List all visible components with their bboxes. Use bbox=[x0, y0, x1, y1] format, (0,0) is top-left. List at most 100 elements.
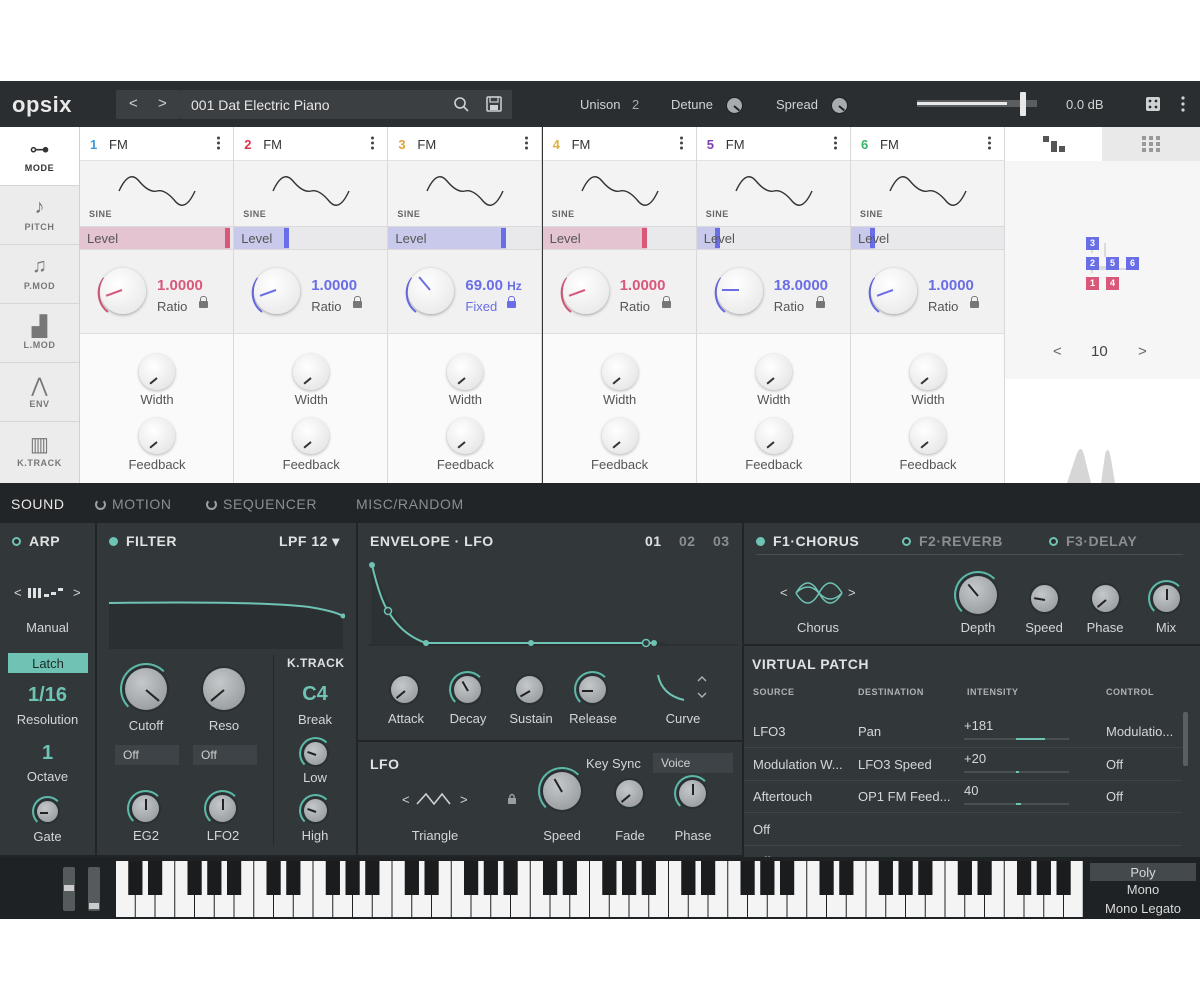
ratio-knob[interactable] bbox=[100, 268, 146, 314]
patch-source[interactable]: Off bbox=[753, 822, 770, 837]
table-row[interactable]: Modulation W... LFO3 Speed +20 Off bbox=[744, 749, 1182, 781]
voice-mode-poly[interactable]: Poly bbox=[1090, 863, 1196, 881]
dice-icon[interactable] bbox=[1145, 96, 1161, 112]
tab-sound[interactable]: SOUND bbox=[11, 496, 65, 512]
patch-destination[interactable]: Pan bbox=[858, 724, 881, 739]
operator-level-slider[interactable]: Level bbox=[80, 226, 233, 250]
black-key[interactable] bbox=[779, 861, 795, 895]
operator-menu-icon[interactable] bbox=[370, 135, 375, 151]
table-row[interactable]: Off bbox=[744, 814, 1182, 846]
octave-value[interactable]: 1 bbox=[0, 742, 95, 765]
chorus-mix-knob[interactable] bbox=[1148, 580, 1185, 617]
chorus-depth-knob[interactable] bbox=[954, 571, 1002, 619]
operator-waveform[interactable]: SINE bbox=[851, 161, 1004, 226]
patch-control[interactable]: Modulatio... bbox=[1106, 724, 1173, 739]
black-key[interactable] bbox=[641, 861, 656, 895]
black-key[interactable] bbox=[839, 861, 854, 895]
operator-menu-icon[interactable] bbox=[216, 135, 221, 151]
table-row[interactable]: LFO3 Pan +181 Modulatio... bbox=[744, 716, 1182, 748]
operator-menu-icon[interactable] bbox=[987, 135, 992, 151]
ratio-knob[interactable] bbox=[562, 268, 609, 314]
sidebar-item-env[interactable]: ⋀ ENV bbox=[0, 363, 79, 422]
patch-intensity[interactable]: 40 bbox=[964, 783, 978, 798]
feedback-knob[interactable] bbox=[447, 418, 484, 454]
patch-source[interactable]: LFO3 bbox=[753, 724, 786, 739]
latch-button[interactable]: Latch bbox=[8, 653, 88, 673]
operator-menu-icon[interactable] bbox=[833, 135, 838, 151]
black-key[interactable] bbox=[207, 861, 222, 895]
pitch-wheel[interactable] bbox=[63, 867, 75, 911]
algo-op-1[interactable]: 1 bbox=[1086, 277, 1099, 290]
patch-control[interactable]: Off bbox=[1106, 789, 1123, 804]
lfo-speed-knob[interactable] bbox=[538, 767, 586, 815]
volume-slider-handle[interactable] bbox=[1020, 92, 1026, 116]
lfo2-knob[interactable] bbox=[204, 790, 241, 827]
patch-control[interactable]: Off bbox=[1106, 757, 1123, 772]
intensity-bar[interactable] bbox=[964, 803, 1069, 805]
black-key[interactable] bbox=[819, 861, 834, 895]
filter-mod-source-2[interactable]: Off bbox=[193, 745, 257, 765]
operator-type[interactable]: FM bbox=[263, 137, 282, 152]
black-key[interactable] bbox=[878, 861, 893, 895]
black-key[interactable] bbox=[345, 861, 360, 895]
intensity-bar[interactable] bbox=[964, 738, 1069, 740]
black-key[interactable] bbox=[562, 861, 577, 895]
feedback-knob[interactable] bbox=[910, 418, 946, 454]
mod-wheel[interactable] bbox=[88, 867, 100, 911]
sidebar-item-ktrack[interactable]: ▥ K.TRACK bbox=[0, 422, 79, 481]
search-icon[interactable] bbox=[453, 96, 470, 113]
black-key[interactable] bbox=[325, 861, 340, 895]
sustain-knob[interactable] bbox=[516, 676, 543, 703]
fx-next-button[interactable]: > bbox=[848, 585, 856, 600]
ktrack-high-knob[interactable] bbox=[299, 794, 332, 827]
patch-intensity[interactable]: +20 bbox=[964, 751, 986, 766]
width-knob[interactable] bbox=[139, 354, 175, 390]
operator-type[interactable]: FM bbox=[880, 137, 899, 152]
cutoff-knob[interactable] bbox=[120, 663, 172, 715]
patch-destination[interactable]: OP1 FM Feed... bbox=[858, 789, 950, 804]
width-knob[interactable] bbox=[755, 354, 792, 390]
filter-mod-source-1[interactable]: Off bbox=[115, 745, 179, 765]
black-key[interactable] bbox=[918, 861, 933, 895]
virtual-patch-scrollbar[interactable] bbox=[1183, 712, 1188, 766]
lock-icon[interactable] bbox=[507, 296, 517, 308]
voice-mode-mono[interactable]: Mono bbox=[1090, 882, 1196, 897]
lock-icon[interactable] bbox=[661, 296, 671, 308]
ratio-knob[interactable] bbox=[871, 268, 917, 314]
algorithm-prev-button[interactable]: < bbox=[1053, 343, 1062, 360]
operator-level-slider[interactable]: Level bbox=[388, 226, 542, 250]
unison-value[interactable]: 2 bbox=[632, 97, 639, 112]
patch-intensity[interactable]: +181 bbox=[964, 718, 993, 733]
lock-icon[interactable] bbox=[970, 296, 979, 308]
patch-source[interactable]: Aftertouch bbox=[753, 789, 812, 804]
black-key[interactable] bbox=[424, 861, 439, 895]
algo-op-5[interactable]: 5 bbox=[1106, 257, 1119, 270]
spread-knob[interactable] bbox=[831, 97, 848, 114]
lfo-phase-knob[interactable] bbox=[674, 775, 711, 812]
tab-sequencer[interactable]: SEQUENCER bbox=[206, 496, 317, 512]
feedback-knob[interactable] bbox=[755, 418, 792, 454]
gate-knob[interactable] bbox=[32, 796, 63, 827]
width-knob[interactable] bbox=[601, 354, 638, 390]
operator-type[interactable]: FM bbox=[572, 137, 591, 152]
voice-mode-mono-legato[interactable]: Mono Legato bbox=[1090, 901, 1196, 916]
next-preset-button[interactable]: > bbox=[158, 95, 167, 112]
lfo-wave-prev-button[interactable]: < bbox=[402, 792, 410, 807]
reverb-power-icon[interactable] bbox=[902, 537, 911, 546]
sidebar-item-pmod[interactable]: ♫ P.MOD bbox=[0, 245, 79, 304]
tab-f1-chorus[interactable]: F1·CHORUS bbox=[756, 533, 859, 549]
tab-algorithm-view[interactable] bbox=[1005, 127, 1102, 161]
filter-title[interactable]: FILTER bbox=[109, 533, 177, 549]
chorus-speed-knob[interactable] bbox=[1031, 585, 1058, 612]
fx-prev-button[interactable]: < bbox=[780, 585, 788, 600]
chorus-power-icon[interactable] bbox=[756, 537, 765, 546]
arp-prev-button[interactable]: < bbox=[14, 585, 22, 600]
operator-waveform[interactable]: SINE bbox=[234, 161, 388, 226]
chorus-phase-knob[interactable] bbox=[1092, 585, 1119, 612]
lock-icon[interactable] bbox=[199, 296, 208, 308]
menu-kebab-icon[interactable] bbox=[1180, 95, 1186, 113]
black-key[interactable] bbox=[404, 861, 419, 895]
black-key[interactable] bbox=[602, 861, 617, 895]
feedback-knob[interactable] bbox=[293, 418, 330, 454]
reso-knob[interactable] bbox=[203, 668, 245, 710]
